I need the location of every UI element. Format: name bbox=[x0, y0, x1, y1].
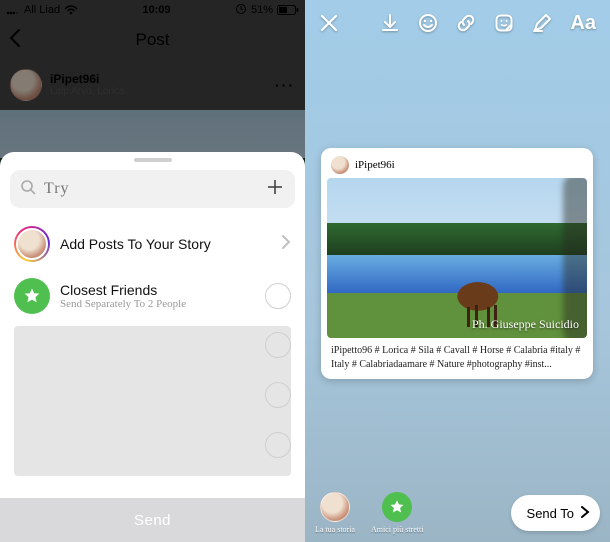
photo-signature: Ph. Giuseppe Suicidio bbox=[472, 317, 579, 332]
search-input[interactable] bbox=[44, 180, 257, 198]
battery-percent: 51% bbox=[251, 4, 273, 16]
carrier-label: All Liad bbox=[24, 4, 60, 16]
story-avatar-ring bbox=[14, 226, 50, 262]
close-friends-label: Closest Friends bbox=[60, 282, 186, 298]
send-button[interactable]: Send bbox=[0, 498, 305, 542]
close-friends-button[interactable]: Amici più stretti bbox=[371, 492, 423, 534]
feed-post-header: iPipet96i Lalp Arvo, Lorica ··· bbox=[0, 60, 305, 110]
send-to-label: Send To bbox=[527, 506, 574, 521]
add-to-story-row[interactable]: Add Posts To Your Story bbox=[0, 218, 305, 270]
download-icon[interactable] bbox=[380, 13, 400, 33]
radio-unchecked[interactable] bbox=[265, 332, 291, 358]
more-options-button[interactable]: ··· bbox=[275, 77, 295, 93]
story-editor-screen: Aa iPipet96i Ph. Giuseppe Suicidio iPipe… bbox=[305, 0, 610, 542]
card-photo: Ph. Giuseppe Suicidio bbox=[327, 178, 587, 338]
star-icon bbox=[14, 278, 50, 314]
search-icon bbox=[20, 179, 36, 200]
story-toolbar: Aa bbox=[305, 0, 610, 46]
face-filter-icon[interactable] bbox=[418, 13, 438, 33]
text-tool[interactable]: Aa bbox=[570, 12, 596, 35]
clock: 10:09 bbox=[142, 4, 170, 16]
add-to-story-label: Add Posts To Your Story bbox=[60, 236, 211, 252]
radio-unchecked[interactable] bbox=[265, 432, 291, 458]
radio-unchecked[interactable] bbox=[265, 382, 291, 408]
avatar bbox=[320, 492, 350, 522]
chevron-right-icon bbox=[580, 505, 590, 522]
status-bar: All Liad 10:09 51% bbox=[0, 0, 305, 20]
nav-bar: Post bbox=[0, 20, 305, 60]
your-story-button[interactable]: La tua storia bbox=[315, 492, 355, 534]
create-group-button[interactable] bbox=[265, 177, 285, 202]
your-story-label: La tua storia bbox=[315, 525, 355, 534]
close-icon[interactable] bbox=[319, 13, 339, 33]
story-bottom-bar: La tua storia Amici più stretti Send To bbox=[305, 492, 610, 534]
search-field[interactable] bbox=[10, 170, 295, 208]
send-label: Send bbox=[134, 512, 171, 529]
sheet-grabber[interactable] bbox=[134, 158, 172, 162]
close-friends-row[interactable]: Closest Friends Send Separately To 2 Peo… bbox=[0, 270, 305, 322]
avatar bbox=[331, 156, 349, 174]
recipient-placeholder-card[interactable] bbox=[14, 326, 291, 476]
shared-post-card[interactable]: iPipet96i Ph. Giuseppe Suicidio iPipetto… bbox=[321, 148, 593, 379]
chevron-right-icon bbox=[281, 234, 291, 255]
send-to-button[interactable]: Send To bbox=[511, 495, 600, 531]
battery-icon bbox=[277, 5, 299, 15]
feed-username[interactable]: iPipet96i bbox=[50, 72, 125, 86]
share-sheet: Add Posts To Your Story Closest Friends … bbox=[0, 152, 305, 542]
avatar bbox=[16, 228, 48, 260]
card-header: iPipet96i bbox=[327, 154, 587, 178]
back-button[interactable] bbox=[8, 28, 22, 53]
card-username: iPipet96i bbox=[355, 159, 395, 171]
signal-icon bbox=[6, 5, 20, 15]
avatar[interactable] bbox=[10, 69, 42, 101]
close-friends-label: Amici più stretti bbox=[371, 525, 423, 534]
rotation-lock-icon bbox=[235, 3, 247, 18]
wifi-icon bbox=[64, 5, 78, 15]
feed-location[interactable]: Lalp Arvo, Lorica bbox=[50, 86, 125, 98]
star-icon bbox=[382, 492, 412, 522]
page-title: Post bbox=[135, 30, 169, 50]
sticker-icon[interactable] bbox=[494, 13, 514, 33]
close-friends-sublabel: Send Separately To 2 People bbox=[60, 298, 186, 310]
draw-icon[interactable] bbox=[532, 13, 552, 33]
card-caption: iPipetto96 # Lorica # Sila # Cavall # Ho… bbox=[327, 338, 587, 371]
foreground-blur bbox=[563, 178, 587, 338]
radio-unchecked[interactable] bbox=[265, 283, 291, 309]
link-icon[interactable] bbox=[456, 13, 476, 33]
share-sheet-screen: All Liad 10:09 51% Post iPipet96i La bbox=[0, 0, 305, 542]
